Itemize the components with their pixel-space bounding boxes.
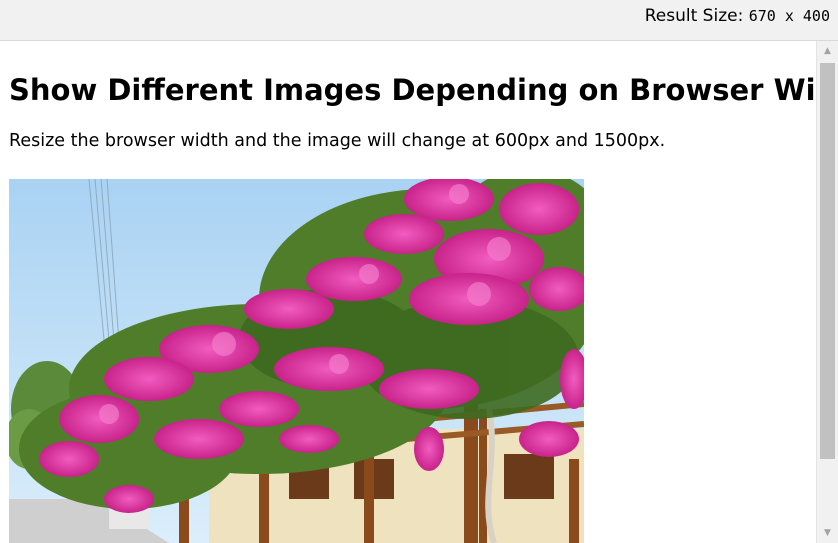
vertical-scrollbar[interactable]: ▲ ▼ bbox=[816, 41, 838, 543]
result-toolbar: Result Size: 670 x 400 bbox=[0, 0, 838, 41]
scrollbar-thumb[interactable] bbox=[820, 63, 835, 459]
result-size-label: Result Size: bbox=[644, 6, 744, 26]
result-viewport[interactable]: Show Different Images Depending on Brows… bbox=[0, 41, 816, 543]
bougainvillea-image bbox=[9, 179, 584, 543]
intro-text: Resize the browser width and the image w… bbox=[9, 131, 666, 151]
page-content: Show Different Images Depending on Brows… bbox=[0, 41, 816, 153]
scroll-up-icon[interactable]: ▲ bbox=[817, 41, 838, 61]
scroll-down-icon[interactable]: ▼ bbox=[817, 523, 838, 543]
result-size-dimensions: 670 x 400 bbox=[748, 7, 830, 25]
page-title: Show Different Images Depending on Brows… bbox=[9, 73, 816, 107]
result-size-readout: Result Size: 670 x 400 bbox=[645, 6, 830, 26]
